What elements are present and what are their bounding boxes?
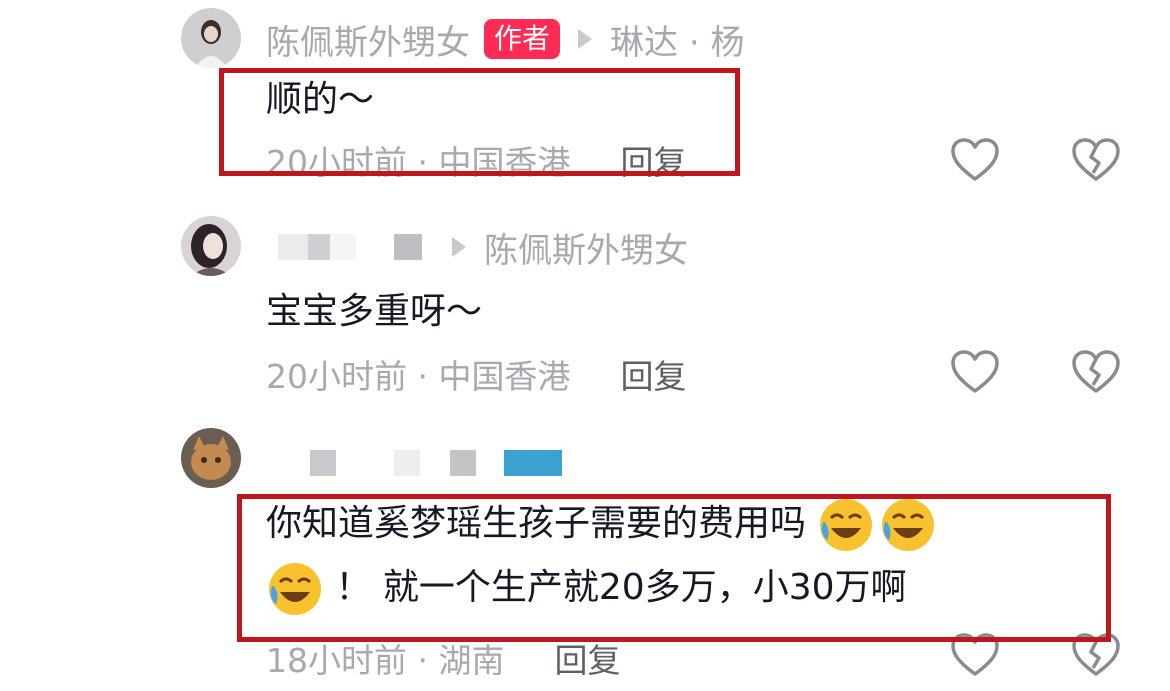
comment-text-line-1: 你知道奚梦瑶生孩子需要的费用吗 [266, 503, 807, 544]
reply-to-username[interactable]: 陈佩斯外甥女 [484, 223, 688, 272]
blurred-username [450, 450, 476, 476]
comment-footer: 18小时前 · 湖南 回复 [266, 634, 620, 682]
comment-footer: 20小时前 · 中国香港 回复 [266, 136, 686, 184]
heart-outline-icon[interactable] [950, 137, 1000, 183]
reply-button[interactable]: 回复 [554, 634, 620, 682]
comment-text: 顺的～ [266, 79, 375, 120]
broken-heart-icon[interactable] [1071, 137, 1121, 183]
reply-to-username[interactable]: 琳达 · 杨 [610, 15, 744, 64]
blurred-username [330, 234, 356, 260]
blurred-username [394, 234, 422, 260]
blurred-username [310, 450, 336, 476]
rolling-laughing-emoji-icon [269, 563, 321, 615]
comment-header: 陈佩斯外甥女 作者 琳达 · 杨 [266, 14, 744, 64]
blurred-username [308, 234, 330, 260]
comment-header: 陈佩斯外甥女 [266, 222, 688, 272]
timestamp-location: 18小时前 · 湖南 [266, 641, 505, 680]
timestamp-location: 20小时前 · 中国香港 [266, 143, 571, 182]
blurred-username [278, 234, 308, 260]
timestamp-location: 20小时前 · 中国香港 [266, 357, 571, 396]
comment-text: 你知道奚梦瑶生孩子需要的费用吗 [266, 496, 937, 554]
comment-header [266, 438, 562, 488]
heart-outline-icon[interactable] [950, 632, 1000, 678]
username[interactable]: 陈佩斯外甥女 [266, 15, 470, 64]
heart-outline-icon[interactable] [950, 349, 1000, 395]
comment-text-line-2: ！ 就一个生产就20多万，小30万啊 [335, 567, 907, 608]
blurred-username [504, 450, 562, 476]
rolling-laughing-emoji-icon [820, 499, 873, 551]
avatar[interactable] [181, 216, 241, 276]
triangle-right-icon [578, 29, 593, 49]
author-badge: 作者 [484, 19, 561, 59]
reply-button[interactable]: 回复 [620, 350, 686, 398]
rolling-laughing-emoji-icon [882, 499, 935, 551]
avatar[interactable] [181, 428, 241, 488]
comment-text: ！ 就一个生产就20多万，小30万啊 [266, 560, 907, 618]
avatar[interactable] [181, 8, 241, 68]
broken-heart-icon[interactable] [1071, 349, 1121, 395]
triangle-right-icon [452, 237, 466, 257]
reply-button[interactable]: 回复 [620, 136, 686, 184]
broken-heart-icon[interactable] [1071, 632, 1121, 678]
comment-footer: 20小时前 · 中国香港 回复 [266, 350, 686, 398]
blurred-username [394, 450, 420, 476]
comment-text: 宝宝多重呀～ [266, 291, 483, 332]
